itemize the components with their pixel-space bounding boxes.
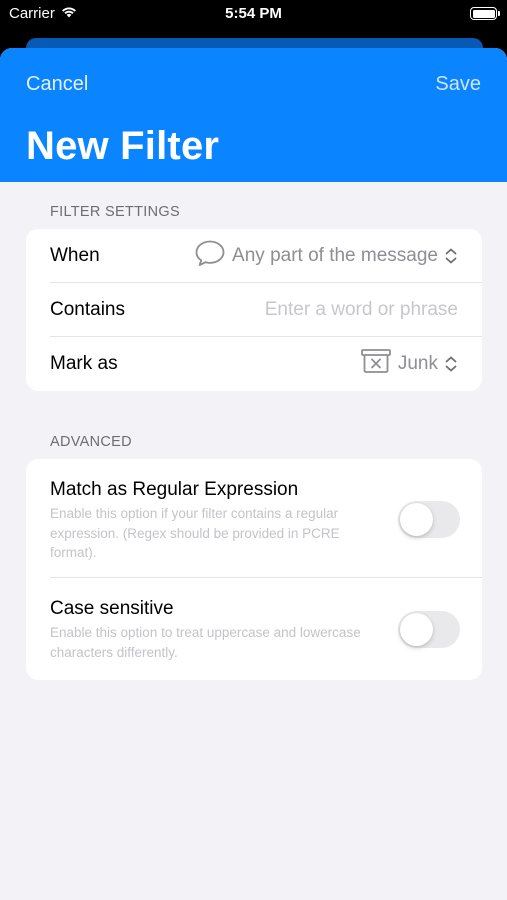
toggle-knob xyxy=(400,613,433,646)
chevron-updown-icon xyxy=(444,247,458,265)
case-sensitive-row: Case sensitive Enable this option to tre… xyxy=(26,578,482,680)
mark-as-picker[interactable]: Junk xyxy=(360,348,458,380)
junk-bin-icon xyxy=(360,348,392,380)
case-sensitive-toggle[interactable] xyxy=(398,611,460,648)
battery-fill xyxy=(472,9,495,18)
regex-toggle[interactable] xyxy=(398,501,460,538)
case-sensitive-description: Enable this option to treat uppercase an… xyxy=(50,625,361,660)
when-value: Any part of the message xyxy=(232,245,438,266)
navigation-bar: Cancel Save New Filter xyxy=(0,48,507,182)
mark-as-label: Mark as xyxy=(50,353,118,374)
save-button[interactable]: Save xyxy=(435,73,481,96)
cancel-button[interactable]: Cancel xyxy=(26,73,88,96)
filter-sheet: Cancel Save New Filter FILTER SETTINGS W… xyxy=(0,48,507,900)
contains-label: Contains xyxy=(50,299,125,320)
regex-description: Enable this option if your filter contai… xyxy=(50,506,340,560)
when-label: When xyxy=(50,245,100,266)
contains-input[interactable] xyxy=(218,299,458,321)
status-bar: Carrier 5:54 PM xyxy=(0,0,507,28)
mark-as-value: Junk xyxy=(397,353,438,374)
toggle-knob xyxy=(400,503,433,536)
chevron-updown-icon xyxy=(444,355,458,373)
advanced-header: ADVANCED xyxy=(50,434,132,450)
case-sensitive-title: Case sensitive xyxy=(50,598,174,619)
when-row[interactable]: When Any part of the message xyxy=(26,229,482,283)
contains-row: Contains xyxy=(26,283,482,337)
regex-title: Match as Regular Expression xyxy=(50,479,299,500)
status-time: 5:54 PM xyxy=(225,5,282,22)
speech-bubble-icon xyxy=(194,239,226,273)
filter-settings-group: When Any part of the message Contains En… xyxy=(26,229,482,391)
advanced-group: Match as Regular Expression Enable this … xyxy=(26,459,482,680)
regex-row: Match as Regular Expression Enable this … xyxy=(26,459,482,578)
filter-settings-header: FILTER SETTINGS xyxy=(50,204,180,220)
when-picker[interactable]: Any part of the message xyxy=(194,239,458,273)
page-title: New Filter xyxy=(26,124,220,168)
battery-icon xyxy=(470,7,500,20)
mark-as-row[interactable]: Mark as Junk xyxy=(26,337,482,391)
battery-cap xyxy=(498,11,500,16)
